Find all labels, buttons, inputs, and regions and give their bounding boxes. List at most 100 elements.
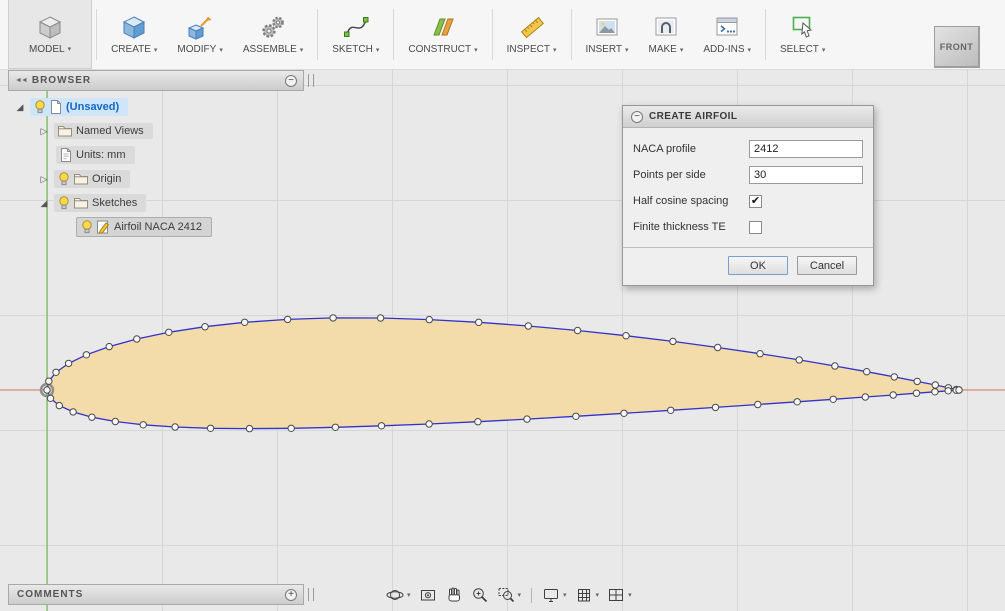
toolbar-button-make[interactable]: MAKE bbox=[639, 0, 694, 69]
sketch-point[interactable] bbox=[241, 318, 249, 327]
sketch-point[interactable] bbox=[165, 328, 173, 336]
comments-panel-header[interactable]: COMMENTS bbox=[8, 584, 304, 605]
sketch-point[interactable] bbox=[890, 373, 898, 381]
points-per-side-input[interactable] bbox=[749, 166, 863, 184]
half-cosine-checkbox[interactable] bbox=[749, 194, 762, 208]
bulb-icon[interactable] bbox=[34, 100, 46, 114]
sketch-point[interactable] bbox=[620, 409, 628, 417]
sketch-point[interactable] bbox=[944, 387, 952, 395]
sketch-point[interactable] bbox=[64, 359, 73, 368]
ok-button[interactable]: OK bbox=[728, 256, 788, 275]
dialog-title-bar[interactable]: CREATE AIRFOIL bbox=[623, 106, 873, 128]
named-views-chip[interactable]: Named Views bbox=[54, 123, 153, 139]
panel-grip[interactable] bbox=[308, 588, 314, 601]
sketch-point[interactable] bbox=[793, 398, 801, 406]
sketch-point[interactable] bbox=[913, 377, 921, 386]
sketch-point[interactable] bbox=[287, 424, 295, 432]
sketch-point[interactable] bbox=[206, 424, 215, 432]
look-at-button[interactable] bbox=[416, 584, 440, 606]
pan-button[interactable] bbox=[442, 584, 466, 606]
bulb-icon[interactable] bbox=[58, 172, 70, 186]
sketch-point[interactable] bbox=[475, 318, 483, 327]
airfoil-profile[interactable] bbox=[46, 317, 960, 430]
sketch-point[interactable] bbox=[861, 393, 869, 401]
sketch-point[interactable] bbox=[831, 362, 839, 370]
sketch-point[interactable] bbox=[754, 400, 762, 409]
sketch-point[interactable] bbox=[82, 351, 91, 359]
tree-row-units[interactable]: Units: mm bbox=[8, 143, 212, 167]
sketch-point[interactable] bbox=[425, 315, 433, 324]
document-chip[interactable]: (Unsaved) bbox=[30, 98, 129, 116]
sketch-point[interactable] bbox=[669, 337, 677, 346]
toolbar-button-inspect[interactable]: INSPECT bbox=[497, 0, 567, 69]
viewports-button[interactable] bbox=[604, 584, 635, 606]
sketch-point[interactable] bbox=[714, 343, 722, 352]
cancel-button[interactable]: Cancel bbox=[797, 256, 857, 275]
airfoil-sketch-chip[interactable]: Airfoil NACA 2412 bbox=[76, 217, 213, 237]
toolbar-button-sketch[interactable]: SKETCH bbox=[322, 0, 389, 69]
tree-row-named-views[interactable]: Named Views bbox=[8, 119, 212, 143]
collapsed-arrow-icon[interactable] bbox=[38, 174, 50, 185]
tree-row-sketches[interactable]: Sketches bbox=[8, 191, 212, 215]
toolbar-button-construct[interactable]: CONSTRUCT bbox=[398, 0, 487, 69]
origin-chip[interactable]: Origin bbox=[54, 170, 131, 188]
sketch-point[interactable] bbox=[133, 335, 141, 343]
sketch-point[interactable] bbox=[829, 395, 837, 403]
collapse-panel-icon[interactable]: ◄◄ bbox=[15, 77, 28, 84]
tree-row-document[interactable]: (Unsaved) bbox=[8, 95, 212, 119]
toolbar-button-select[interactable]: SELECT bbox=[770, 0, 835, 69]
naca-profile-input[interactable] bbox=[749, 140, 863, 158]
sketch-point[interactable] bbox=[667, 406, 675, 414]
sketch-point[interactable] bbox=[955, 386, 963, 394]
collapsed-arrow-icon[interactable] bbox=[38, 126, 50, 137]
collapse-browser-icon[interactable] bbox=[285, 74, 297, 87]
units-chip[interactable]: Units: mm bbox=[56, 146, 135, 164]
expanded-arrow-icon[interactable] bbox=[14, 102, 26, 113]
bulb-icon[interactable] bbox=[81, 220, 93, 234]
toolbar-button-modify[interactable]: MODIFY bbox=[167, 0, 232, 69]
orbit-button[interactable] bbox=[383, 584, 414, 606]
sketch-point[interactable] bbox=[931, 388, 939, 396]
sketch-point[interactable] bbox=[863, 368, 871, 376]
display-settings-button[interactable] bbox=[539, 584, 570, 606]
panel-grip[interactable] bbox=[308, 74, 314, 87]
sketch-point[interactable] bbox=[622, 332, 630, 340]
sketch-point[interactable] bbox=[377, 422, 386, 430]
sketch-point[interactable] bbox=[245, 424, 254, 433]
sketches-chip[interactable]: Sketches bbox=[54, 194, 147, 212]
sketch-point[interactable] bbox=[171, 423, 179, 431]
sketch-point[interactable] bbox=[111, 417, 120, 426]
sketch-point[interactable] bbox=[331, 423, 340, 431]
expanded-arrow-icon[interactable] bbox=[38, 198, 50, 209]
toolbar-button-insert[interactable]: INSERT bbox=[576, 0, 639, 69]
viewcube[interactable]: FRONT bbox=[934, 26, 980, 68]
sketch-point[interactable] bbox=[711, 403, 720, 412]
toolbar-button-add-ins[interactable]: ADD-INS bbox=[693, 0, 761, 69]
sketch-point[interactable] bbox=[55, 401, 63, 410]
sketch-point[interactable] bbox=[912, 389, 921, 397]
sketch-point[interactable] bbox=[45, 377, 53, 385]
sketch-point[interactable] bbox=[105, 342, 113, 351]
expand-comments-icon[interactable] bbox=[285, 588, 297, 601]
bulb-icon[interactable] bbox=[58, 196, 70, 210]
collapse-dialog-icon[interactable] bbox=[631, 110, 643, 123]
sketch-point[interactable] bbox=[573, 326, 582, 335]
browser-panel-header[interactable]: ◄◄ BROWSER bbox=[8, 70, 304, 91]
sketch-point[interactable] bbox=[69, 408, 77, 416]
tree-row-airfoil-sketch[interactable]: Airfoil NACA 2412 bbox=[8, 215, 213, 239]
zoom-button[interactable] bbox=[468, 584, 492, 606]
sketch-point[interactable] bbox=[52, 368, 60, 376]
sketch-point[interactable] bbox=[524, 322, 532, 330]
grid-settings-button[interactable] bbox=[572, 584, 603, 606]
sketch-point[interactable] bbox=[283, 315, 292, 324]
sketch-point[interactable] bbox=[43, 386, 51, 394]
sketch-point[interactable] bbox=[572, 412, 580, 420]
sketch-point[interactable] bbox=[88, 413, 96, 421]
sketch-point[interactable] bbox=[889, 391, 897, 399]
fit-button[interactable] bbox=[494, 584, 525, 606]
sketch-point[interactable] bbox=[795, 356, 803, 364]
tree-row-origin[interactable]: Origin bbox=[8, 167, 212, 191]
sketch-point[interactable] bbox=[931, 381, 939, 389]
sketch-point[interactable] bbox=[46, 394, 55, 402]
sketch-point[interactable] bbox=[425, 420, 433, 428]
